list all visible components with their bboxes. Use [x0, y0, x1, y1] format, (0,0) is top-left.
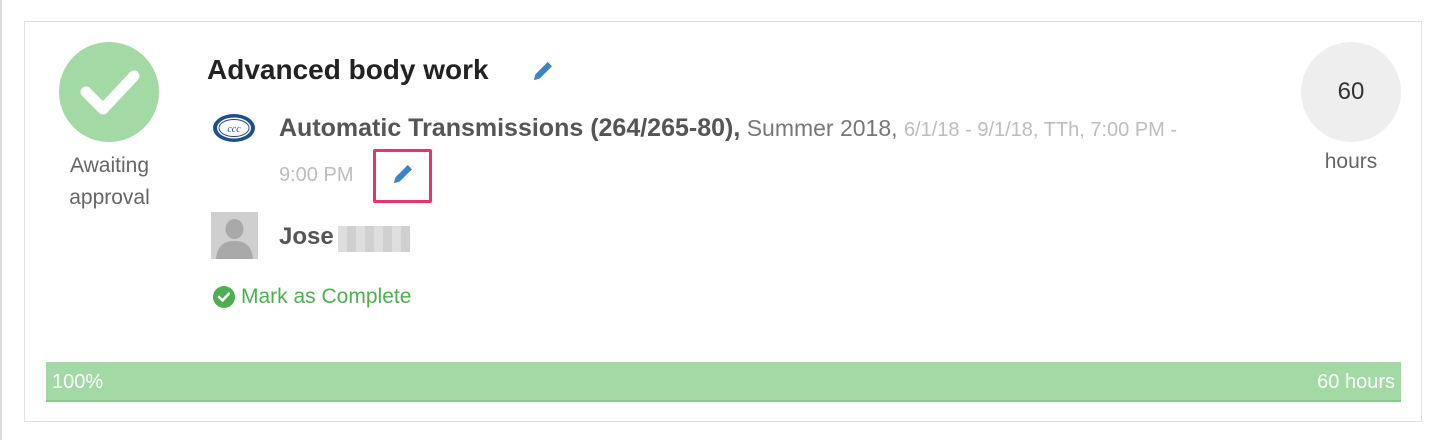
hours-label: hours — [1324, 150, 1378, 173]
page-title: Advanced body work — [207, 54, 489, 85]
checkmark-icon — [80, 70, 140, 115]
course-term: Summer 2018, — [746, 115, 898, 141]
progress-bar: 100% 60 hours — [46, 362, 1401, 402]
course-details: Automatic Transmissions (264/265-80), Su… — [279, 114, 1279, 144]
status-circle — [59, 42, 159, 142]
page-background: Awaiting approval Advanced body work ccc… — [0, 0, 1442, 440]
course-name: Automatic Transmissions (264/265-80), — [279, 114, 741, 142]
status-label-line1: Awaiting — [70, 154, 149, 177]
redacted-surname — [338, 226, 410, 252]
course-schedule: 6/1/18 - 9/1/18, TTh, 7:00 PM - — [903, 119, 1178, 141]
progress-fill — [46, 362, 1401, 402]
mark-complete-button[interactable]: Mark as Complete — [213, 285, 411, 309]
status-label-line2: approval — [69, 186, 150, 209]
status-label: Awaiting approval — [52, 150, 167, 214]
progress-percent: 100% — [52, 371, 104, 393]
mark-complete-label: Mark as Complete — [241, 285, 412, 308]
pencil-icon[interactable] — [388, 163, 414, 189]
org-logo-icon: ccc — [213, 114, 255, 142]
student-name[interactable]: Jose — [279, 223, 334, 251]
progress-total: 60 hours — [1317, 371, 1395, 393]
course-schedule-end: 9:00 PM — [279, 164, 354, 186]
avatar — [211, 212, 258, 259]
org-logo-text: ccc — [227, 124, 241, 135]
user-icon — [211, 212, 258, 259]
pencil-icon[interactable] — [528, 60, 554, 86]
hours-value: 60 — [1337, 78, 1365, 105]
hours-circle: 60 — [1301, 42, 1401, 142]
check-circle-icon — [213, 286, 235, 308]
